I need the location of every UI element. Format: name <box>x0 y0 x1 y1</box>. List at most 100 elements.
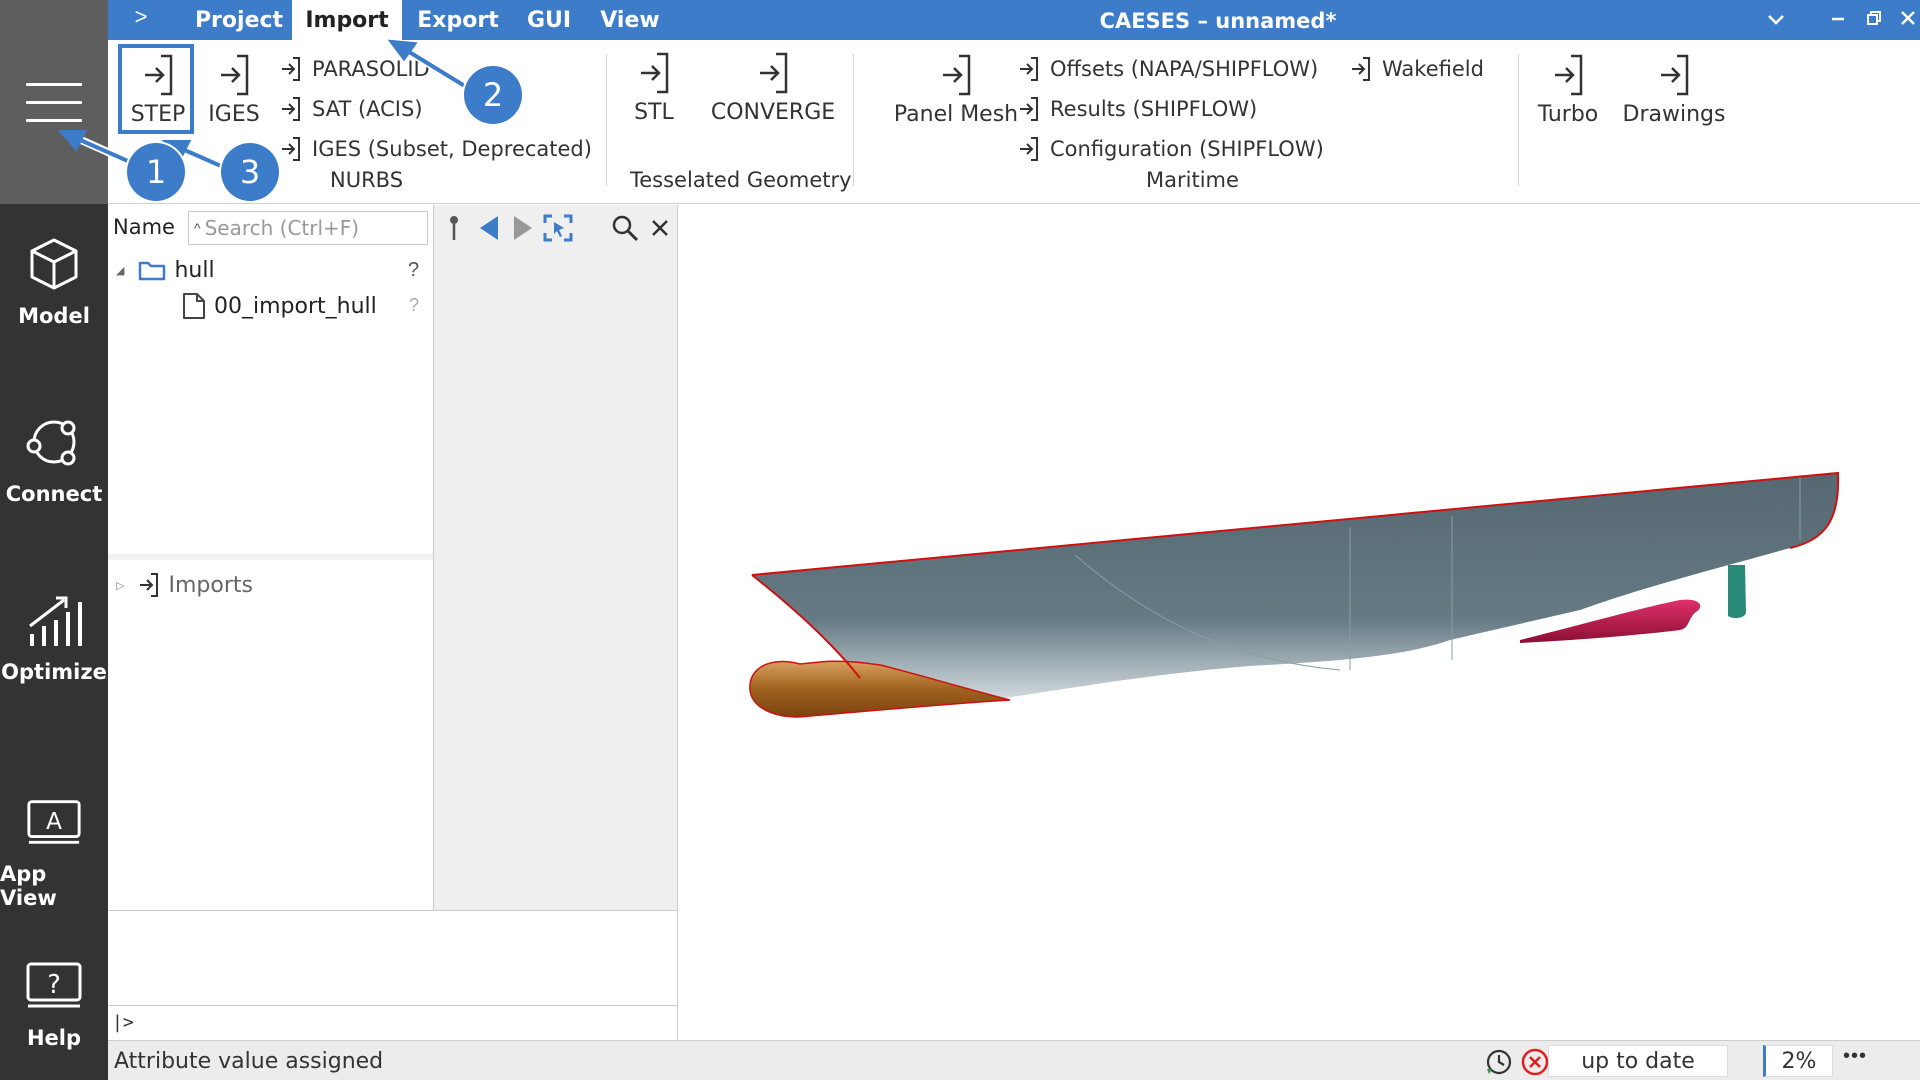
ribbon-separator <box>853 54 854 186</box>
import-icon <box>217 52 251 98</box>
search-input[interactable] <box>204 216 405 240</box>
sidebar-item-help[interactable]: ? Help <box>0 932 108 1072</box>
history-clock-icon[interactable] <box>1484 1047 1514 1077</box>
collapse-triangle-icon[interactable]: ◢ <box>116 264 124 277</box>
cube-icon <box>30 238 78 290</box>
expand-chevron-icon[interactable]: > <box>126 4 156 34</box>
tree-item-import-hull[interactable]: 00_import_hull <box>182 289 377 323</box>
tab-gui[interactable]: GUI <box>514 0 584 40</box>
back-arrow-icon[interactable] <box>476 213 502 243</box>
import-iges-subset-button[interactable]: IGES (Subset, Deprecated) <box>280 132 592 166</box>
sidebar-item-optimize[interactable]: Optimize <box>0 566 108 706</box>
import-offsets-button[interactable]: Offsets (NAPA/SHIPFLOW) <box>1018 52 1318 86</box>
minimize-icon[interactable] <box>1820 0 1856 40</box>
window-title: CAESES – unnamed* <box>1099 9 1337 33</box>
import-icon <box>1657 52 1691 98</box>
sidebar-item-label: Help <box>26 1026 82 1050</box>
import-drawings-button[interactable]: Drawings <box>1614 52 1734 127</box>
import-wakefield-label: Wakefield <box>1382 57 1484 81</box>
main-menu-button[interactable] <box>0 0 108 204</box>
help-icon: ? <box>26 962 82 1008</box>
tab-export[interactable]: Export <box>408 0 508 40</box>
import-sat-button[interactable]: SAT (ACIS) <box>280 92 423 126</box>
tree-item-hull[interactable]: ◢ hull <box>116 253 215 287</box>
import-icon <box>1018 95 1040 123</box>
more-options-icon[interactable]: ••• <box>1843 1045 1867 1068</box>
tree-item-label: Imports <box>168 572 253 598</box>
chevron-up-icon[interactable]: ^ <box>194 220 201 236</box>
sidebar-item-connect[interactable]: Connect <box>0 388 108 528</box>
callout-1: 1 <box>127 143 185 201</box>
tree-toolbar <box>433 205 678 910</box>
group-label-nurbs: NURBS <box>330 168 404 192</box>
sidebar-item-app-view[interactable]: A App View <box>0 770 108 910</box>
tree-item-imports[interactable]: ▷ Imports <box>116 568 253 602</box>
import-iges-button[interactable]: IGES <box>204 52 264 127</box>
import-icon <box>280 55 302 83</box>
tree-item-label: hull <box>174 257 215 283</box>
sidebar-item-label: App View <box>0 862 57 910</box>
forward-arrow-icon[interactable] <box>510 213 536 243</box>
import-panel-mesh-label: Panel Mesh <box>893 102 1019 127</box>
import-iges-label: IGES <box>208 102 260 127</box>
import-icon <box>756 50 790 96</box>
import-stl-label: STL <box>634 100 674 125</box>
status-message: Attribute value assigned <box>114 1049 384 1074</box>
console-input[interactable]: |> <box>108 1005 678 1041</box>
import-results-button[interactable]: Results (SHIPFLOW) <box>1018 92 1257 126</box>
object-tree: Name ^ ◢ hull ? 00_import_hull ? <box>108 205 433 560</box>
hull-model <box>749 471 1840 718</box>
callout-3: 3 <box>221 143 279 201</box>
status-bar: Attribute value assigned up to date 2% •… <box>108 1040 1920 1080</box>
title-bar: > Project Import Export GUI View CAESES … <box>108 0 1920 40</box>
import-icon <box>1551 52 1585 98</box>
import-icon <box>280 135 302 163</box>
svg-text:A: A <box>46 808 62 835</box>
import-converge-label: CONVERGE <box>710 100 836 125</box>
close-icon[interactable] <box>1890 0 1920 40</box>
import-stl-button[interactable]: STL <box>624 50 684 125</box>
pin-icon[interactable] <box>442 213 466 243</box>
import-parasolid-button[interactable]: PARASOLID <box>280 52 430 86</box>
sidebar-item-model[interactable]: Model <box>0 210 108 350</box>
search-icon[interactable] <box>610 213 640 243</box>
sidebar-item-label: Connect <box>5 482 103 506</box>
status-unknown-icon: ? <box>408 259 420 281</box>
import-configuration-button[interactable]: Configuration (SHIPFLOW) <box>1018 132 1324 166</box>
group-label-maritime: Maritime <box>1146 168 1239 192</box>
import-icon <box>1018 135 1040 163</box>
sidebar-item-label: Model <box>18 304 90 328</box>
dropdown-chevron-icon[interactable] <box>1758 0 1794 40</box>
sidebar: Model Connect Optimize A App View ? Help <box>0 0 108 1080</box>
3d-viewport[interactable] <box>678 205 1920 1040</box>
svg-text:?: ? <box>47 970 61 1000</box>
restore-icon[interactable] <box>1856 0 1892 40</box>
folder-icon <box>139 261 166 281</box>
app-view-icon: A <box>27 800 81 844</box>
group-label-tesselated: Tesselated Geometry <box>630 168 852 192</box>
import-configuration-label: Configuration (SHIPFLOW) <box>1050 137 1324 161</box>
import-parasolid-label: PARASOLID <box>312 57 430 81</box>
tab-view[interactable]: View <box>590 0 670 40</box>
import-icon <box>1018 55 1040 83</box>
imports-tree: ▷ Imports <box>108 560 433 910</box>
import-turbo-button[interactable]: Turbo <box>1528 52 1608 127</box>
step-highlight-box <box>118 44 194 134</box>
tab-project[interactable]: Project <box>184 0 294 40</box>
console-panel: |> <box>108 910 678 1040</box>
tree-search[interactable]: ^ <box>188 211 428 245</box>
expand-triangle-icon[interactable]: ▷ <box>116 579 124 592</box>
import-results-label: Results (SHIPFLOW) <box>1050 97 1258 121</box>
ribbon: STEP IGES PARASOLID SAT (ACIS) IGES (Sub… <box>108 40 1920 204</box>
import-iges-subset-label: IGES (Subset, Deprecated) <box>312 137 592 161</box>
tab-import[interactable]: Import <box>292 0 402 40</box>
fit-selection-icon[interactable] <box>542 213 574 243</box>
import-converge-button[interactable]: CONVERGE <box>703 50 843 125</box>
column-header-name[interactable]: Name <box>113 215 175 239</box>
import-wakefield-button[interactable]: Wakefield <box>1350 52 1484 86</box>
cancel-circle-icon[interactable] <box>1520 1047 1550 1077</box>
close-icon[interactable] <box>648 213 672 243</box>
import-panel-mesh-button[interactable]: Panel Mesh <box>876 52 1036 127</box>
import-icon <box>637 50 671 96</box>
connect-icon <box>26 420 76 466</box>
